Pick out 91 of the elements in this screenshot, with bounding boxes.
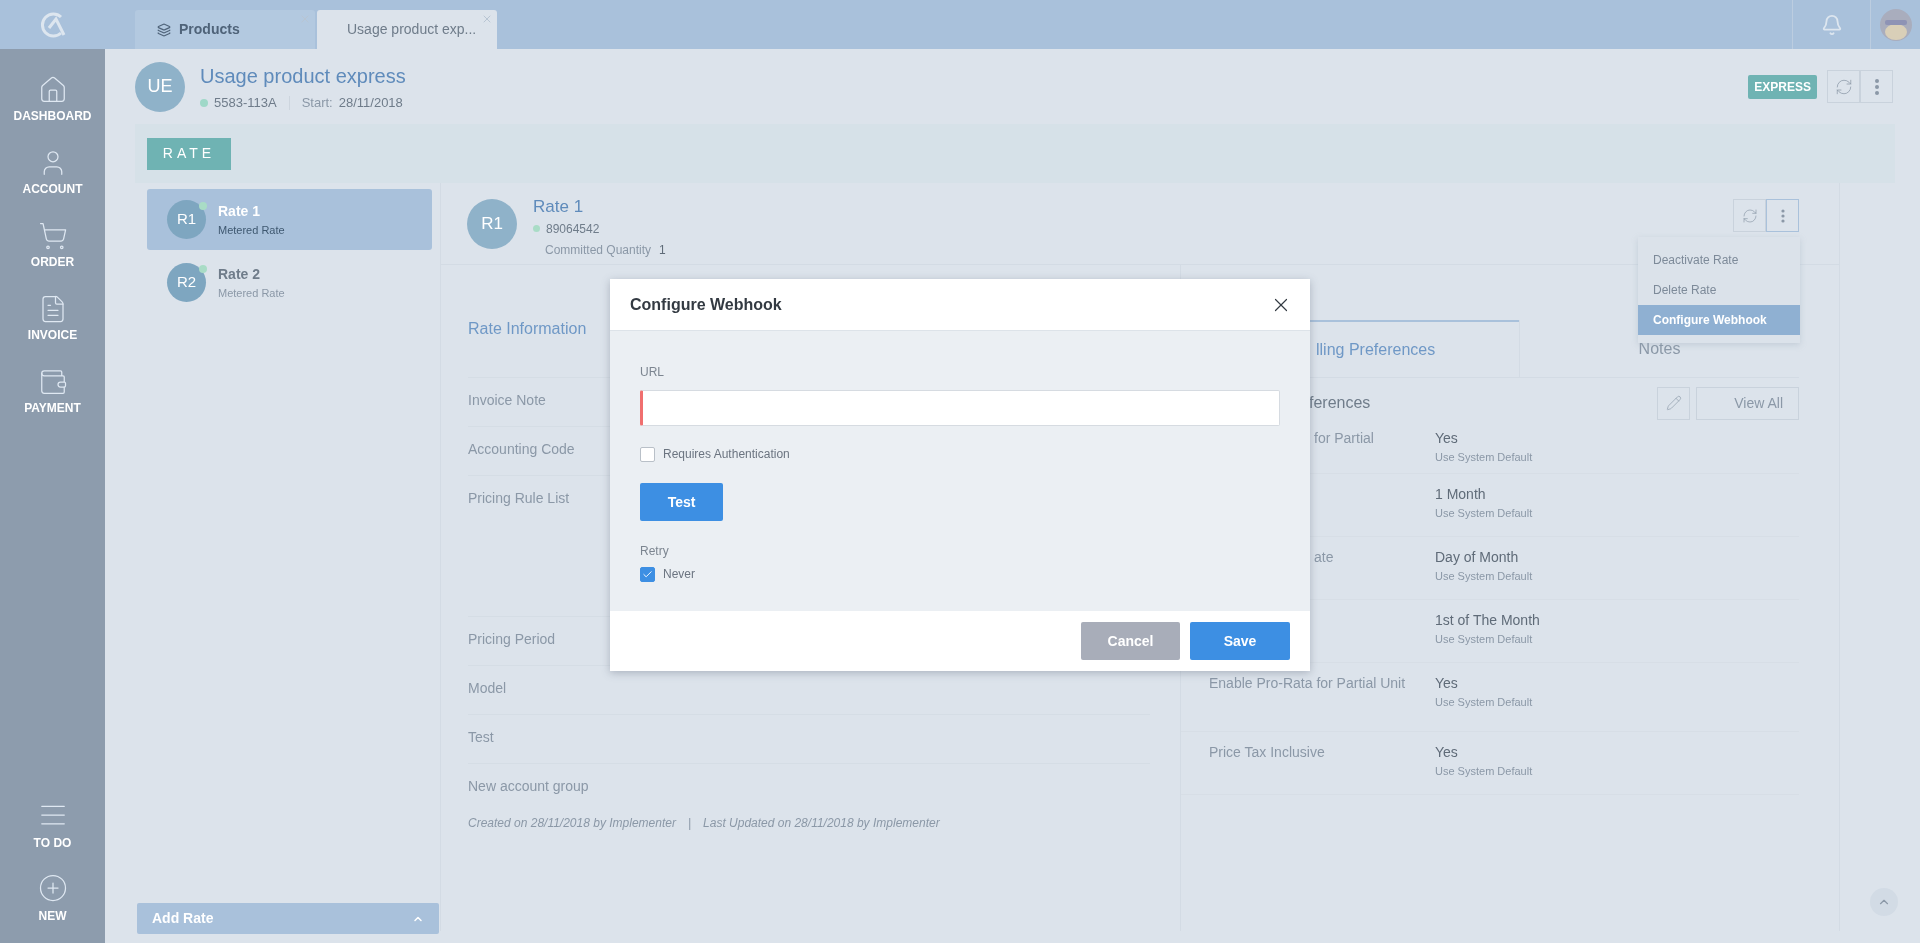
field-label: Retry [640,543,670,560]
nav-item[interactable]: NEW [38,907,67,925]
field-note: Use System Default [1435,632,1534,647]
field-label: Enable Pro-Rata for Partial Unit [1209,675,1406,691]
start-date: 28/11/2018 [338,93,403,112]
section-title: Rate Information [468,320,587,337]
rate-list-item[interactable]: R1 Rate 1 Metered Rate [147,189,432,250]
nav-item[interactable]: INVOICE [27,326,78,344]
rate-avatar: R2 [167,263,206,302]
nav-item[interactable]: DASHBOARD [13,107,92,125]
rate-name: Rate 2 [218,264,262,284]
product-id: 5583-113A [214,93,277,112]
nav-icon[interactable] [37,221,68,251]
field-label: Price Tax Inclusive [1209,744,1325,760]
updated-info: Last Updated on 28/11/2018 by Implementer [703,815,940,832]
field-label: ate [1314,549,1334,565]
refresh-button[interactable] [1827,70,1860,103]
field-label: Accounting Code [468,440,575,459]
checkbox[interactable] [640,446,655,462]
rate-avatar: R1 [467,198,517,249]
rate-name: Rate 1 [218,201,262,221]
nav-item[interactable]: TO DO [33,834,72,852]
field-value: 1 Month [1435,485,1487,504]
more-button[interactable] [1860,70,1893,103]
field-note: Use System Default [1435,764,1533,779]
more-button[interactable] [1766,199,1799,232]
refresh-button[interactable] [1733,199,1766,232]
menu-item[interactable]: Configure Webhook [1638,305,1800,335]
field-value: Yes [1435,429,1459,448]
nav-item[interactable]: ORDER [30,253,75,271]
checkbox[interactable] [640,566,655,582]
save-button[interactable]: Save [1190,622,1290,660]
scroll-top-button[interactable] [1870,888,1898,916]
field-label: Pricing Rule List [468,489,570,508]
product-type-badge: EXPRESS [1748,74,1817,99]
more-icon [1874,78,1879,95]
quantity-value: 1 [659,241,666,259]
rate-type: Metered Rate [218,285,285,301]
check-icon [642,568,653,580]
section-tab[interactable]: RATE [147,137,231,170]
more-icon [1780,208,1785,223]
tab[interactable]: Usage product exp... [317,10,497,49]
test-button[interactable]: Test [640,483,723,521]
field-label: URL [640,364,665,381]
product-avatar: UE [135,61,185,112]
logo-icon[interactable] [38,9,67,40]
separator: | [687,815,692,832]
url-field[interactable] [640,390,1280,426]
rate-type: Metered Rate [218,222,285,238]
created-info: Created on 28/11/2018 by Implementer [468,815,676,832]
field-value: Yes [1435,743,1459,762]
field-value: Yes [1435,674,1459,693]
product-title: Usage product express [200,63,406,89]
cancel-button[interactable]: Cancel [1081,622,1180,660]
rate-list-item[interactable]: R2 Rate 2 Metered Rate [147,252,432,313]
field-note: Use System Default [1435,569,1533,584]
field-label: Pricing Period [468,630,556,649]
quantity-label: Committed Quantity [545,241,652,259]
modal-title: Configure Webhook [630,294,782,315]
pencil-icon [1665,395,1682,411]
tab[interactable]: Products [135,10,315,49]
notification-icon[interactable] [1820,13,1843,36]
field-note: Use System Default [1435,506,1533,521]
field-value: 1st of The Month [1435,611,1540,630]
rate-avatar: R1 [167,200,206,239]
field-label: Invoice Note [468,391,546,410]
avatar[interactable] [1878,7,1913,42]
view-all-button[interactable]: View All [1696,386,1799,420]
checkbox-label: Never [663,566,695,583]
refresh-icon [1741,207,1758,224]
start-label: Start: [301,93,333,112]
menu-item[interactable]: Delete Rate [1638,275,1800,305]
field-note: Use System Default [1435,450,1533,465]
checkbox-label: Requires Authentication [663,446,790,463]
field-label: New account group [468,777,589,796]
field-note: Use System Default [1435,695,1533,710]
nav-icon[interactable] [37,873,68,903]
field-label: for Partial [1314,430,1374,446]
field-label: Test [468,728,494,747]
rate-title: Rate 1 [533,196,585,219]
edit-button[interactable] [1657,386,1690,420]
menu-item[interactable]: Deactivate Rate [1638,245,1800,275]
layers-icon [157,22,171,37]
rate-id: 89064542 [546,220,600,238]
refresh-icon [1834,77,1853,96]
nav-item[interactable]: ACCOUNT [22,180,83,198]
add-rate-button[interactable]: Add Rate [137,903,439,934]
field-label: Model [468,679,507,698]
section-title: ferences [1309,393,1371,413]
nav-item[interactable]: PAYMENT [24,399,81,417]
field-value: Day of Month [1435,548,1520,567]
